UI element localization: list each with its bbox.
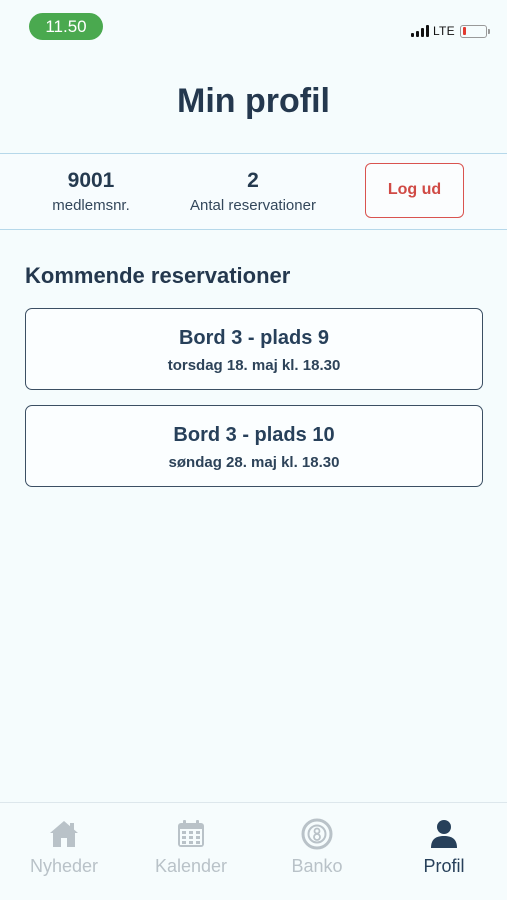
reservation-card[interactable]: Bord 3 - plads 10 søndag 28. maj kl. 18.… [25,405,483,487]
logout-button[interactable]: Log ud [365,163,464,218]
bingo-ball-icon [301,818,333,850]
reservations-count-label: Antal reservationer [190,197,316,214]
member-number: 9001 [67,169,115,192]
tab-kalender[interactable]: Kalender [136,817,246,877]
person-icon [431,820,457,848]
tab-banko[interactable]: Banko [262,817,372,877]
profile-stats: 9001 medlemsnr. 2 Antal reservationer Lo… [0,153,507,230]
tab-label: Profil [423,856,465,876]
reservations-count: 2 [247,169,259,192]
reservations-count-stat: 2 Antal reservationer [168,168,338,218]
page-title: Min profil [177,82,330,120]
battery-level [462,27,466,35]
upcoming-reservations-title: Kommende reservationer [25,263,291,288]
reservation-seat: Bord 3 - plads 9 [178,327,330,349]
status-bar: 11.50 LTE [0,0,507,50]
signal-icon [410,25,429,37]
tab-label: Nyheder [29,856,99,876]
reservation-seat: Bord 3 - plads 10 [173,424,335,446]
battery-icon [460,24,490,38]
reservation-datetime: torsdag 18. maj kl. 18.30 [167,357,341,374]
reservation-card[interactable]: Bord 3 - plads 9 torsdag 18. maj kl. 18.… [25,308,483,390]
tab-label: Kalender [154,856,228,876]
calendar-icon [178,820,204,847]
network-type: LTE [432,24,455,38]
status-time: 11.50 [29,13,103,40]
tab-bar: Nyheder Kalender Banko Profil [0,802,507,900]
home-icon [50,821,78,847]
tab-nyheder[interactable]: Nyheder [9,817,119,877]
member-number-label: medlemsnr. [52,197,130,214]
tab-label: Banko [291,856,343,876]
tab-profil[interactable]: Profil [389,817,499,877]
status-indicators: LTE [410,22,490,40]
member-number-stat: 9001 medlemsnr. [30,168,152,218]
reservation-datetime: søndag 28. maj kl. 18.30 [168,454,340,471]
